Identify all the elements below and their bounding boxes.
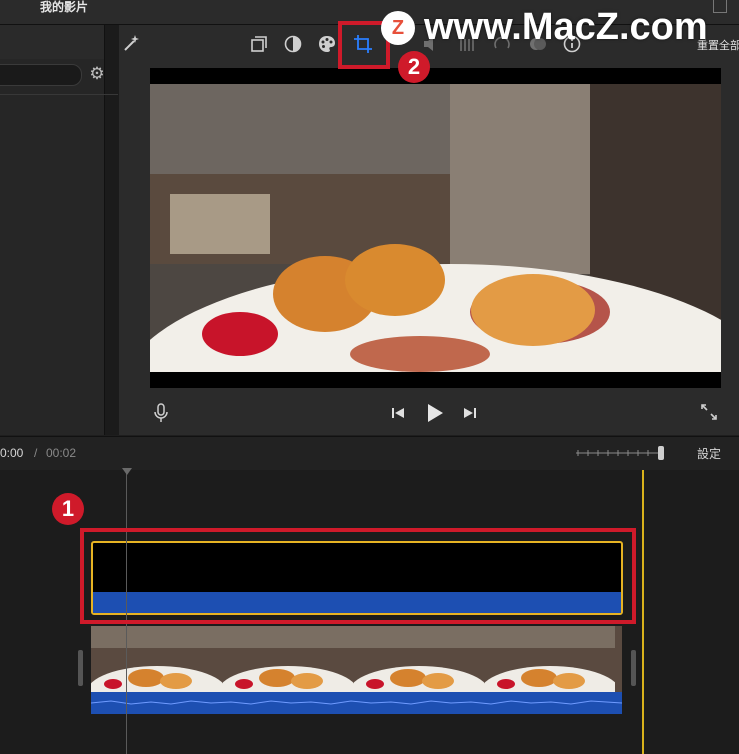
microphone-icon[interactable] <box>153 403 169 423</box>
callout-highlight-title-clip <box>80 528 636 624</box>
search-input[interactable] <box>0 64 82 86</box>
color-palette-icon[interactable] <box>317 34 337 54</box>
fullscreen-icon[interactable] <box>700 403 718 421</box>
clip-trim-handle-left[interactable] <box>78 650 83 686</box>
watermark-text: www.MacZ.com <box>424 6 708 48</box>
video-clip[interactable] <box>91 626 622 692</box>
share-icon[interactable] <box>713 0 727 13</box>
skip-forward-icon[interactable] <box>462 405 478 421</box>
skip-back-icon[interactable] <box>390 405 406 421</box>
watermark-logo: Z <box>381 11 415 45</box>
callout-badge-1: 1 <box>52 493 84 525</box>
video-preview[interactable] <box>150 68 721 388</box>
clip-thumbnail <box>615 626 622 692</box>
clip-thumbnail <box>91 626 223 692</box>
callout-badge-2: 2 <box>398 51 430 83</box>
play-icon[interactable] <box>425 402 445 424</box>
time-separator: / <box>34 446 38 460</box>
video-frame-image <box>150 84 721 372</box>
divider <box>0 94 118 95</box>
project-end-marker <box>642 470 644 754</box>
playhead-marker[interactable] <box>122 468 132 475</box>
panel-divider[interactable] <box>104 25 119 435</box>
window-title: 我的影片 <box>40 0 89 14</box>
total-duration: 00:02 <box>46 446 77 460</box>
timeline-zoom-slider[interactable] <box>576 446 664 460</box>
current-time: 0:00 <box>0 446 24 460</box>
crop-to-fill-icon[interactable] <box>249 34 269 54</box>
clip-thumbnail <box>222 626 354 692</box>
magic-wand-icon[interactable] <box>121 33 141 53</box>
media-browser <box>0 25 104 435</box>
clip-thumbnail <box>353 626 485 692</box>
gear-icon[interactable]: ⚙ <box>87 64 107 84</box>
watermark-logo-letter: Z <box>391 17 405 39</box>
clip-thumbnail <box>484 626 616 692</box>
clip-trim-handle-right[interactable] <box>631 650 636 686</box>
settings-button[interactable]: 設定 <box>697 445 721 462</box>
audio-waveform <box>91 692 622 714</box>
browser-header <box>0 25 118 59</box>
color-balance-icon[interactable] <box>283 34 303 54</box>
